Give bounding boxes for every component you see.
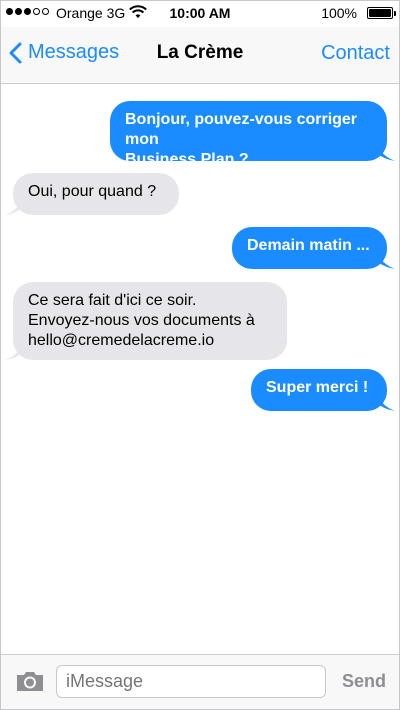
battery-percentage: 100% — [321, 5, 357, 21]
bubble-tail — [377, 141, 395, 161]
phone-screen: Orange 3G 10:00 AM 100% Messages La Crèm… — [0, 0, 400, 710]
conversation-thread[interactable]: Bonjour, pouvez-vous corriger mon Busine… — [1, 84, 399, 654]
back-button[interactable]: Messages — [9, 41, 119, 64]
message-bubble-outgoing[interactable]: Demain matin ... — [232, 227, 387, 269]
battery-icon — [367, 7, 396, 19]
message-input[interactable] — [56, 665, 326, 698]
bubble-tail — [5, 195, 23, 215]
navigation-bar: Messages La Crème Contact — [1, 27, 399, 84]
bubble-tail — [377, 249, 395, 269]
message-composer: Send — [1, 654, 399, 709]
message-bubble-outgoing[interactable]: Bonjour, pouvez-vous corriger mon Busine… — [110, 101, 387, 168]
bubble-tail — [377, 391, 395, 411]
message-bubble-incoming[interactable]: Ce sera fait d'ici ce soir. Envoyez-nous… — [13, 282, 287, 360]
back-label: Messages — [28, 41, 120, 63]
send-button[interactable]: Send — [342, 671, 386, 692]
camera-icon[interactable] — [15, 670, 45, 697]
status-bar: Orange 3G 10:00 AM 100% — [1, 1, 399, 27]
chevron-left-icon — [9, 42, 22, 63]
contact-button[interactable]: Contact — [321, 42, 390, 65]
message-bubble-incoming[interactable]: Oui, pour quand ? — [13, 173, 179, 215]
message-bubble-outgoing[interactable]: Super merci ! — [251, 369, 387, 411]
bubble-tail — [5, 340, 23, 360]
